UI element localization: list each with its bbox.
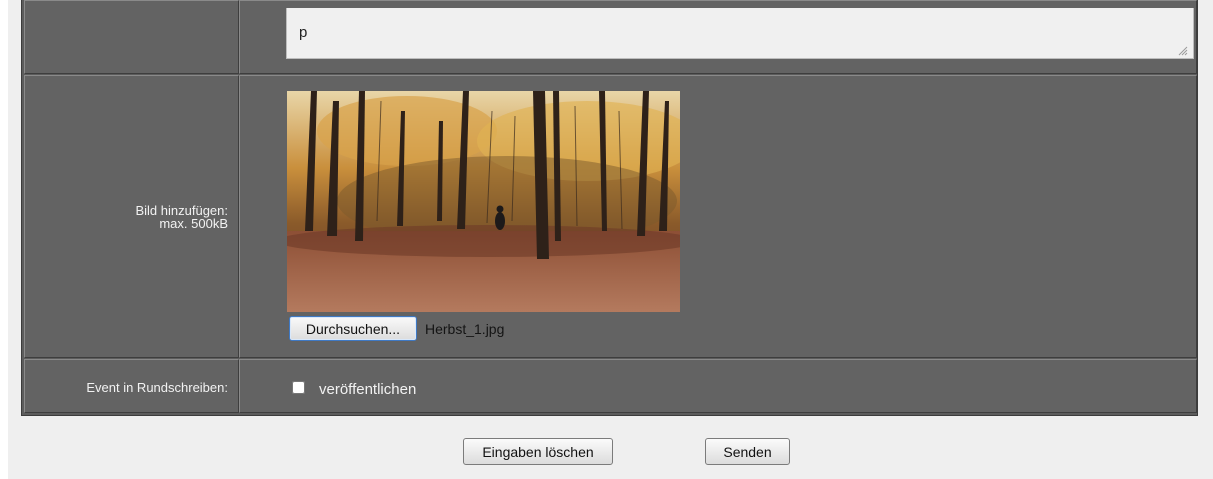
- image-upload-label-limit: max. 500kB: [159, 216, 228, 231]
- resize-grip-icon[interactable]: [1176, 44, 1188, 56]
- image-upload-label: Bild hinzufügen: max. 500kB: [60, 204, 228, 230]
- image-preview: [287, 91, 680, 312]
- browse-button[interactable]: Durchsuchen...: [289, 316, 417, 341]
- description-label-cell: [24, 0, 239, 74]
- selected-file-name: Herbst_1.jpg: [425, 321, 505, 337]
- newsletter-label: Event in Rundschreiben:: [86, 380, 228, 395]
- submit-button[interactable]: Senden: [705, 438, 790, 465]
- publish-checkbox[interactable]: [292, 381, 305, 394]
- publish-checkbox-label[interactable]: veröffentlichen: [319, 381, 416, 398]
- description-textarea[interactable]: [286, 8, 1194, 59]
- reset-button[interactable]: Eingaben löschen: [463, 438, 613, 465]
